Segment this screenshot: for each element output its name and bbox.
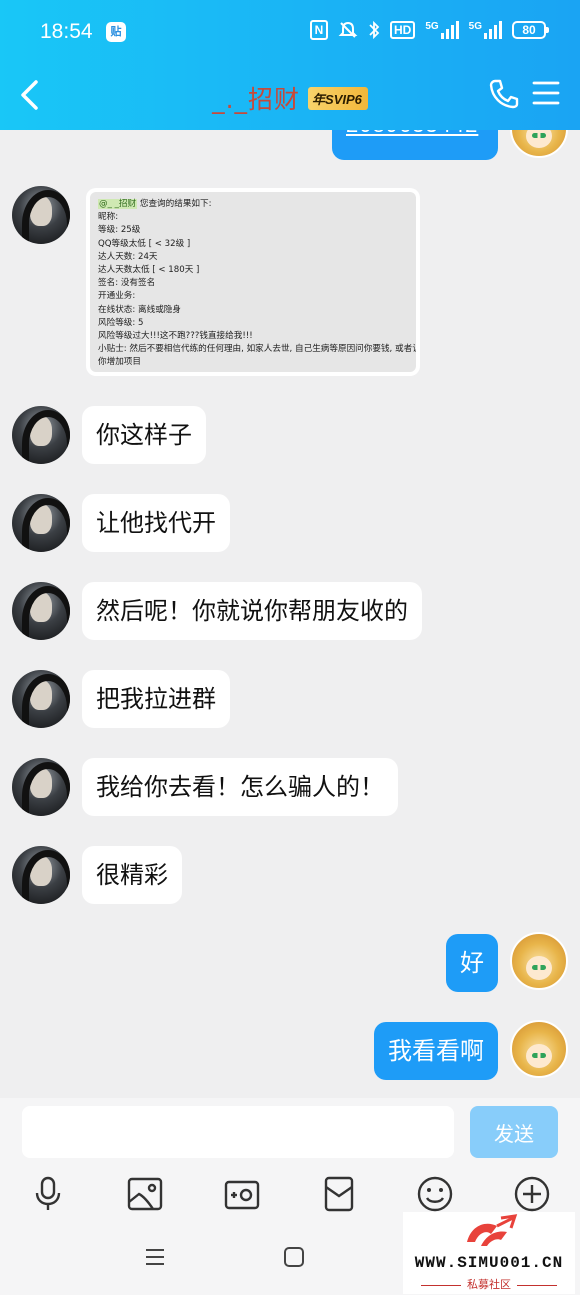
- avatar-contact[interactable]: [12, 670, 70, 728]
- message-bubble[interactable]: 我给你去看！怎么骗人的！: [82, 758, 398, 816]
- avatar-contact[interactable]: [12, 582, 70, 640]
- image-line: 风险等级过大!!!这不跑???钱直接给我!!!: [98, 331, 253, 342]
- image-line: 在线状态: 离线或隐身: [98, 304, 181, 315]
- qq-number-link[interactable]: 2089633442: [346, 130, 478, 138]
- home-icon[interactable]: [283, 1246, 305, 1268]
- red-packet-icon[interactable]: [319, 1174, 359, 1214]
- message-bubble[interactable]: 你这样子: [82, 406, 206, 464]
- image-line: 开通业务:: [98, 291, 136, 302]
- status-icons: N HD 5G 5G 80: [309, 20, 549, 40]
- watermark-logo-icon: [467, 1214, 518, 1246]
- status-time: 18:54: [40, 20, 93, 43]
- camera-icon[interactable]: [222, 1174, 262, 1214]
- input-area: 发送: [0, 1098, 580, 1224]
- send-button[interactable]: 发送: [470, 1106, 558, 1158]
- chat-title: _._招财: [212, 85, 301, 114]
- hd-icon: HD: [389, 21, 416, 39]
- message-bubble[interactable]: 把我拉进群: [82, 670, 230, 728]
- signal-2-icon: 5G: [469, 21, 502, 39]
- image-line: 昵称:: [98, 212, 119, 223]
- watermark-url: WWW.SIMU001.CN: [414, 1254, 564, 1272]
- avatar-contact[interactable]: [12, 406, 70, 464]
- plus-icon[interactable]: [512, 1174, 552, 1214]
- image-line: 达人天数太低 [ < 180天 ]: [98, 265, 200, 276]
- message-list[interactable]: 2089633442 @_ _招财 您查询的结果如下: 昵称: 等级: 25级 …: [0, 130, 580, 1098]
- image-line: QQ等级太低 [ < 32级 ]: [98, 238, 191, 249]
- avatar-contact[interactable]: [12, 494, 70, 552]
- avatar-contact[interactable]: [12, 186, 70, 244]
- notification-app-icon: 贴: [106, 22, 126, 42]
- input-toolbar: [0, 1174, 580, 1216]
- image-line: 签名: 没有签名: [98, 278, 156, 289]
- vip-badge: 年SVIP6: [308, 86, 368, 110]
- message-bubble[interactable]: 2089633442: [332, 130, 498, 160]
- avatar-self[interactable]: [510, 130, 568, 158]
- network-type-2: 5G: [468, 21, 482, 32]
- message-bubble[interactable]: 好: [446, 934, 498, 992]
- network-type-1: 5G: [425, 21, 439, 32]
- message-bubble[interactable]: 我看看啊: [374, 1022, 498, 1080]
- image-line: 风险等级: 5: [98, 317, 144, 328]
- nfc-icon: N: [309, 20, 328, 40]
- avatar-contact[interactable]: [12, 758, 70, 816]
- message-input[interactable]: [22, 1106, 454, 1158]
- bluetooth-icon: [369, 20, 380, 40]
- avatar-contact[interactable]: [12, 846, 70, 904]
- image-line: @_ _招财 您查询的结果如下:: [98, 199, 212, 209]
- recent-apps-icon[interactable]: [144, 1246, 166, 1268]
- avatar-self[interactable]: [510, 932, 568, 990]
- status-bar: 18:54 贴 N HD 5G 5G 80: [0, 0, 580, 66]
- microphone-icon[interactable]: [28, 1174, 68, 1214]
- menu-button[interactable]: [532, 80, 560, 106]
- message-bubble[interactable]: 让他找代开: [82, 494, 230, 552]
- image-line: 等级: 25级: [98, 225, 141, 236]
- watermark-subtitle: 私募社区: [403, 1276, 575, 1292]
- emoji-icon[interactable]: [415, 1174, 455, 1214]
- avatar-self[interactable]: [510, 1020, 568, 1078]
- chat-header: 18:54 贴 N HD 5G 5G 80 _._招财 年SVIP6: [0, 0, 580, 130]
- message-bubble[interactable]: 然后呢！你就说你帮朋友收的: [82, 582, 422, 640]
- mute-bell-icon: [338, 21, 358, 38]
- battery-icon: 80: [512, 21, 549, 39]
- image-line: 小贴士: 然后不要相信代练的任何理由, 如家人去世, 自己生病等原因问你要钱, …: [98, 344, 416, 355]
- nav-bar: _._招财 年SVIP6: [0, 66, 580, 130]
- image-message[interactable]: @_ _招财 您查询的结果如下: 昵称: 等级: 25级 QQ等级太低 [ < …: [86, 188, 420, 376]
- query-result-screenshot: @_ _招财 您查询的结果如下: 昵称: 等级: 25级 QQ等级太低 [ < …: [90, 192, 416, 372]
- signal-1-icon: 5G: [425, 21, 459, 39]
- message-bubble[interactable]: 很精彩: [82, 846, 182, 904]
- image-icon[interactable]: [125, 1174, 165, 1214]
- image-line: 达人天数: 24天: [98, 251, 158, 262]
- phone-call-button[interactable]: [488, 78, 520, 110]
- watermark: WWW.SIMU001.CN 私募社区: [403, 1212, 575, 1294]
- image-line: 你增加项目: [98, 357, 141, 368]
